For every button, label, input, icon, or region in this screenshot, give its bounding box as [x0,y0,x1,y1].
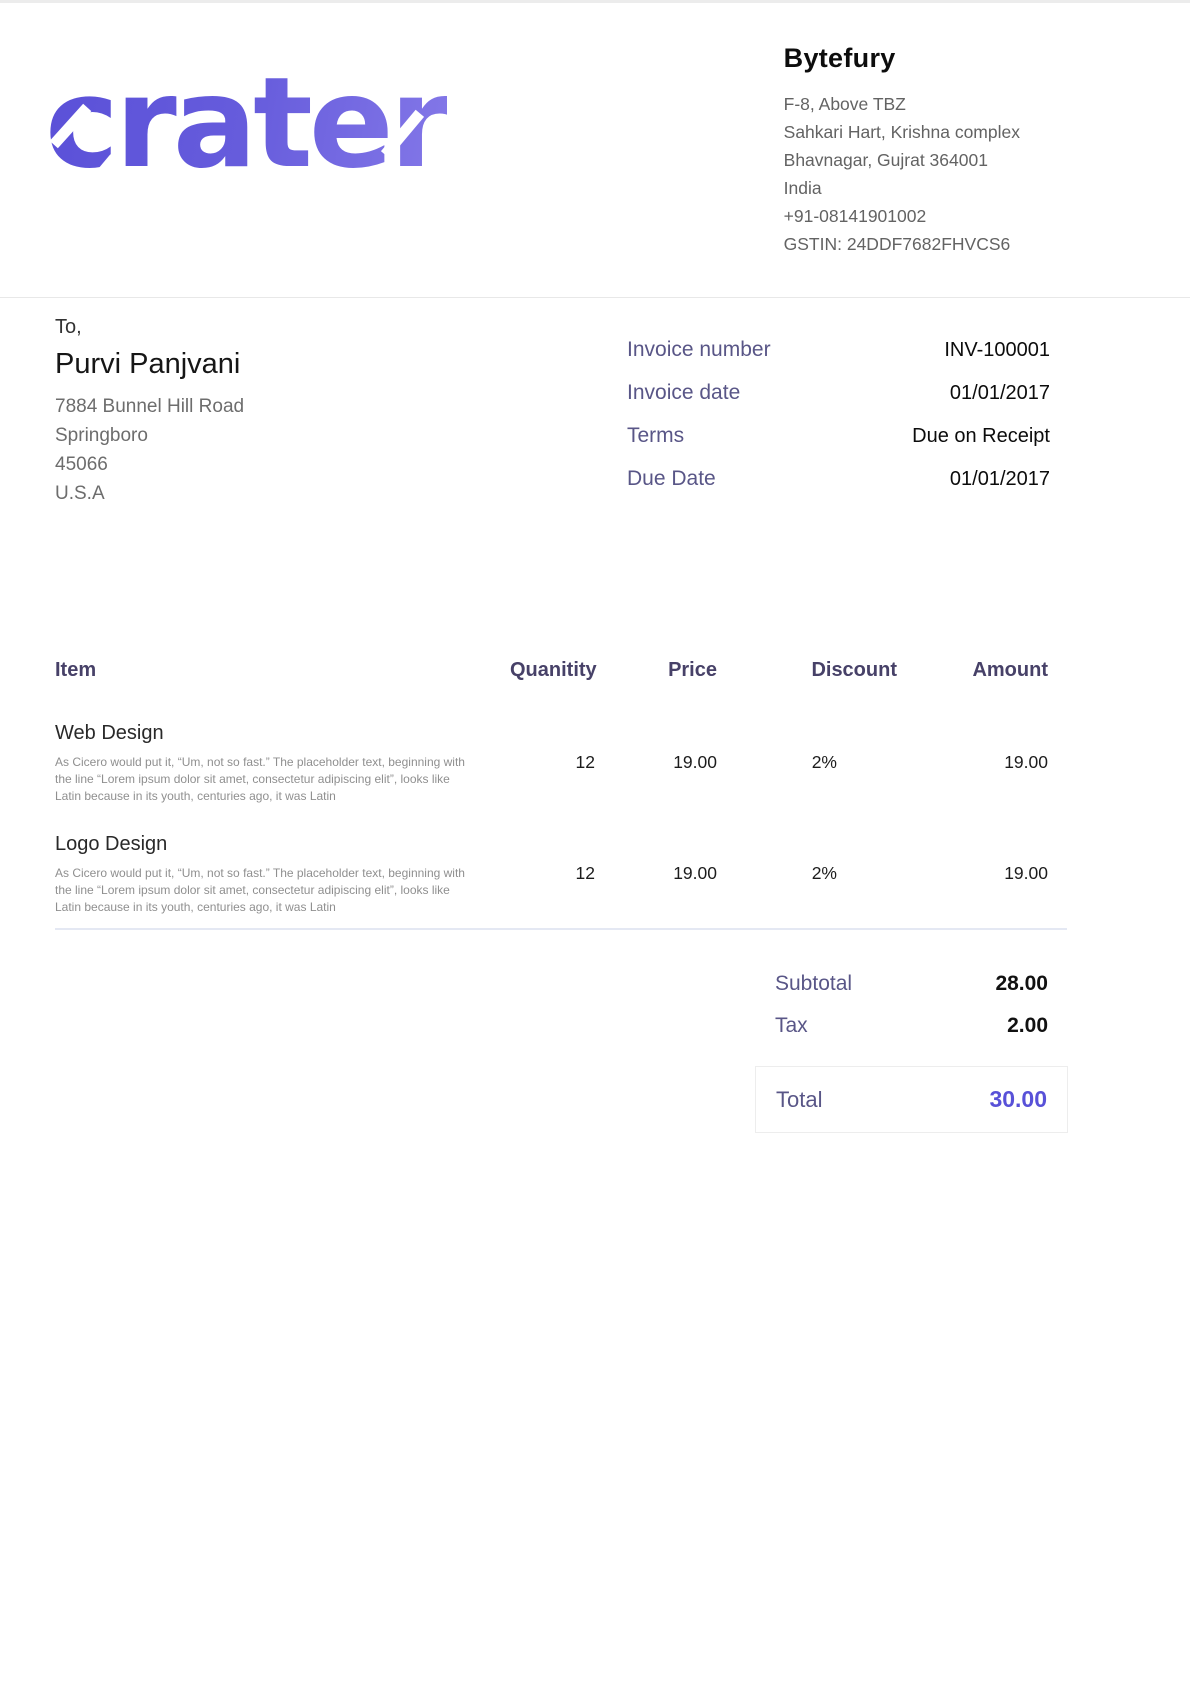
crater-logo: crater [45,61,447,186]
item-discount: 2% [717,833,897,916]
company-phone: +91-08141901002 [784,202,1020,230]
terms-row: Terms Due on Receipt [627,424,1050,448]
company-address-line: Sahkari Hart, Krishna complex [784,118,1020,146]
customer-address-line: 7884 Bunnel Hill Road [55,392,627,421]
due-date-value: 01/01/2017 [950,467,1050,491]
customer-address-line: Springboro [55,421,627,450]
items-divider [55,928,1067,930]
customer-address: 7884 Bunnel Hill Road Springboro 45066 U… [55,392,627,508]
company-block: Bytefury F-8, Above TBZ Sahkari Hart, Kr… [784,33,1020,258]
subtotal-value: 28.00 [995,971,1048,996]
table-row: Logo Design As Cicero would put it, “Um,… [55,833,1048,916]
company-address: F-8, Above TBZ Sahkari Hart, Krishna com… [784,90,1020,258]
item-amount: 19.00 [897,722,1048,805]
total-value: 30.00 [989,1086,1047,1113]
invoice-number-value: INV-100001 [944,338,1050,362]
invoice-number-row: Invoice number INV-100001 [627,338,1050,362]
item-discount: 2% [717,722,897,805]
item-cell: Web Design As Cicero would put it, “Um, … [55,722,510,805]
invoice-header: crater Bytefury F-8, Above TBZ Sahkari H… [0,3,1190,298]
table-header-amount: Amount [897,658,1048,682]
total-box: Total 30.00 [755,1066,1068,1133]
item-cell: Logo Design As Cicero would put it, “Um,… [55,833,510,916]
table-row: Web Design As Cicero would put it, “Um, … [55,722,1048,805]
due-date-row: Due Date 01/01/2017 [627,467,1050,491]
item-price: 19.00 [595,722,717,805]
due-date-label: Due Date [627,467,716,491]
invoice-date-value: 01/01/2017 [950,381,1050,405]
table-header-discount: Discount [717,658,897,682]
company-address-line: India [784,174,1020,202]
customer-name: Purvi Panjvani [55,348,627,381]
company-address-line: F-8, Above TBZ [784,90,1020,118]
item-description: As Cicero would put it, “Um, not so fast… [55,754,475,805]
terms-label: Terms [627,424,684,448]
company-gstin: GSTIN: 24DDF7682FHVCS6 [784,230,1020,258]
invoice-date-row: Invoice date 01/01/2017 [627,381,1050,405]
bill-to-label: To, [55,316,627,339]
bill-to-block: To, Purvi Panjvani 7884 Bunnel Hill Road… [55,316,627,510]
item-name: Logo Design [55,833,510,856]
tax-row: Tax 2.00 [755,1013,1068,1038]
items-table-header: Item Quanitity Price Discount Amount [55,658,1048,682]
item-price: 19.00 [595,833,717,916]
invoice-page: crater Bytefury F-8, Above TBZ Sahkari H… [0,0,1190,1684]
customer-address-line: 45066 [55,450,627,479]
tax-label: Tax [775,1013,808,1038]
company-address-line: Bhavnagar, Gujrat 364001 [784,146,1020,174]
invoice-details: Invoice number INV-100001 Invoice date 0… [627,316,1050,510]
items-table: Item Quanitity Price Discount Amount Web… [0,658,1190,916]
terms-value: Due on Receipt [912,424,1050,448]
totals-block: Subtotal 28.00 Tax 2.00 Total 30.00 [755,971,1068,1133]
subtotal-row: Subtotal 28.00 [755,971,1068,996]
item-description: As Cicero would put it, “Um, not so fast… [55,865,475,916]
total-label: Total [776,1087,822,1113]
company-name: Bytefury [784,43,1020,74]
subtotal-label: Subtotal [775,971,852,996]
item-quantity: 12 [510,833,595,916]
customer-address-line: U.S.A [55,479,627,508]
invoice-number-label: Invoice number [627,338,771,362]
tax-value: 2.00 [1007,1013,1048,1038]
item-name: Web Design [55,722,510,745]
table-header-quantity: Quanitity [510,658,595,682]
table-header-item: Item [55,658,510,682]
item-amount: 19.00 [897,833,1048,916]
table-header-price: Price [595,658,717,682]
item-quantity: 12 [510,722,595,805]
invoice-date-label: Invoice date [627,381,740,405]
invoice-meta-section: To, Purvi Panjvani 7884 Bunnel Hill Road… [0,298,1190,510]
